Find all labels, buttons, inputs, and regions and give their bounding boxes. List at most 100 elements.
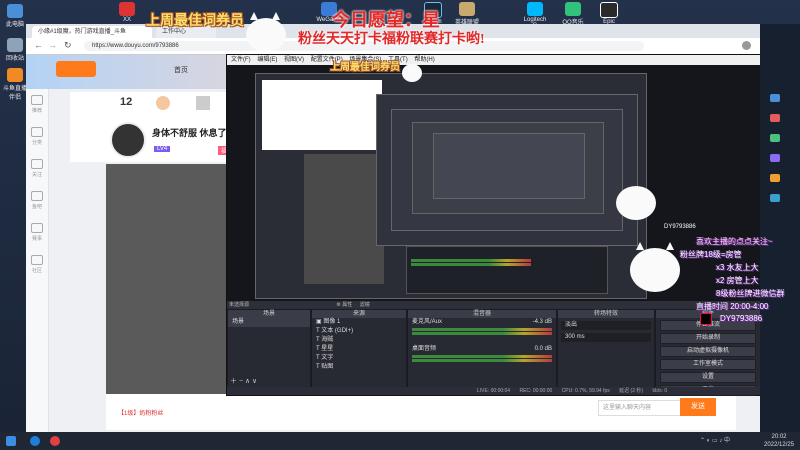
scene-item[interactable]: 场景: [228, 318, 310, 327]
sidebar-item-recommend[interactable]: 推荐: [30, 95, 44, 114]
desktop-icon-recycle-bin[interactable]: 回收站: [2, 38, 28, 62]
nested-room-id: DY9793886: [664, 224, 696, 230]
sidebar-tool-icon[interactable]: [770, 174, 780, 182]
taskbar-clock[interactable]: 20:02 2022/12/25: [764, 433, 794, 449]
sidebar-item-events[interactable]: 赛事: [30, 223, 44, 242]
sidebar-tool-icon[interactable]: [770, 154, 780, 162]
source-item-text-gdi[interactable]: T 文本 (GDI+): [312, 327, 406, 336]
obs-menu-bar: 文件(F) 编辑(E) 视图(V) 配置文件(P) 场景集合(S) 工具(T) …: [227, 55, 761, 65]
fan-checkin-slogan: 粉丝天天打卡福粉联赛打卡哟!: [298, 32, 485, 47]
windows-taskbar: ⌃ ◐ ▭ ♪ 中 20:02 2022/12/25: [0, 432, 800, 450]
audio-mixer-dock: 混音器 麦克风/Aux -4.3 dB 桌面音频 0.0 dB: [407, 309, 557, 389]
properties-button[interactable]: 属性: [342, 302, 352, 308]
gear-icon[interactable]: ⚙: [336, 302, 340, 308]
source-item-sticker[interactable]: T 贴图: [312, 363, 406, 372]
settings-button[interactable]: 设置: [660, 372, 756, 383]
fan-badge-rule: 粉丝牌18级=房管: [680, 250, 742, 259]
epic-icon: [600, 2, 618, 18]
cat-mascot-icon: [246, 12, 286, 52]
scene-add-remove-buttons[interactable]: ＋ − ∧ ∨: [230, 376, 257, 386]
send-button[interactable]: 发送: [680, 398, 716, 416]
obs-status-bar: LIVE: 00:00:04 REC: 00:00:00 CPU: 0.7%, …: [227, 387, 761, 395]
sidebar-tool-icon[interactable]: [770, 194, 780, 202]
scenes-dock: 场景 场景 ＋ − ∧ ∨: [227, 309, 311, 389]
source-item-pirate[interactable]: T 海贼: [312, 336, 406, 345]
clock-date: 2022/12/25: [764, 442, 795, 448]
no-source-label: 未选择源: [229, 302, 250, 308]
sidebar-tool-icon[interactable]: [770, 94, 780, 102]
cat-mascot-icon: [402, 64, 422, 82]
browser-right-sidebar: [760, 24, 800, 432]
scenes-dock-title: 场景: [228, 310, 310, 318]
windows-start-icon[interactable]: [6, 436, 16, 446]
mixer-channel-desktop: 桌面音频 0.0 dB: [412, 346, 552, 352]
nav-home-link[interactable]: 首页: [174, 65, 188, 75]
nested-meter: [411, 259, 531, 262]
douyu-logo-icon[interactable]: [56, 61, 96, 77]
sidebar-item-community[interactable]: 社区: [30, 255, 44, 274]
menu-help[interactable]: 帮助(H): [414, 57, 434, 63]
desktop-icon-this-pc[interactable]: 此电脑: [2, 4, 28, 28]
source-item-text[interactable]: T 文字: [312, 354, 406, 363]
sources-dock: 来源 ▣ 图像 1 T 文本 (GDI+) T 海贼 T 星星 T 文字 T 贴…: [311, 309, 407, 389]
mixer-dock-title: 混音器: [408, 310, 556, 318]
start-recording-button[interactable]: 开始录制: [660, 333, 756, 344]
weekly-best-title-echo: 上周最佳词券员: [330, 62, 400, 73]
desktop-icon-lol[interactable]: 英雄联盟: [454, 2, 480, 26]
sidebar-tool-icon[interactable]: [770, 134, 780, 142]
profile-avatar-icon[interactable]: [742, 41, 751, 50]
stream-delay: 延迟 (2 秒): [619, 388, 644, 394]
bitrate: kb/s: 0: [652, 388, 668, 394]
obs-taskbar-icon[interactable]: [50, 436, 60, 446]
source-item-star[interactable]: T 星星: [312, 345, 406, 354]
anchor-avatar[interactable]: [110, 122, 146, 158]
menu-file[interactable]: 文件(F): [231, 57, 251, 63]
stream-schedule: 直播时间 20:00-4:00: [696, 302, 769, 311]
follow-prompt: 喜欢主播的点点关注~: [696, 237, 773, 246]
tray-icons[interactable]: ⌃ ◐ ▭ ♪ 中: [700, 435, 760, 447]
gift-banner-text: 【1级】奶粉粉丝: [118, 411, 164, 417]
start-virtual-camera-button[interactable]: 启动虚拟摄像机: [660, 346, 756, 357]
live-timer: LIVE: 00:00:04: [477, 388, 511, 394]
back-arrow-icon[interactable]: ←: [34, 40, 43, 50]
transitions-dock-title: 转场特效: [558, 310, 654, 318]
cat-ear-icon: [250, 12, 258, 20]
desktop-icon-douyu[interactable]: 斗鱼直播伴侣: [2, 68, 28, 101]
edge-browser-icon[interactable]: [30, 436, 40, 446]
nested-obs-lower: [406, 246, 608, 294]
browser-tab-douyu[interactable]: 小缘#1级魔，热门游戏直播_斗鱼: [32, 26, 152, 38]
desktop-icon-xx[interactable]: XX: [114, 2, 140, 23]
transition-select[interactable]: 淡出: [561, 321, 651, 330]
filters-button[interactable]: 滤镜: [360, 302, 370, 308]
nested-preview-3: [391, 109, 623, 231]
sidebar-item-category[interactable]: 分类: [30, 127, 44, 146]
chat-input[interactable]: 这里输入聊天内容: [598, 400, 684, 416]
menu-edit[interactable]: 编辑(E): [257, 57, 277, 63]
anchor-level: 12: [120, 96, 133, 108]
stream-info-overlay: 喜欢主播的点点关注~ 粉丝牌18级=房管 x3 水友上大 x2 房管上大 8级粉…: [680, 236, 800, 326]
follow-icon: [31, 159, 43, 169]
source-item-image[interactable]: ▣ 图像 1: [312, 318, 406, 327]
nested-preview-5: [433, 133, 585, 199]
forward-arrow-icon[interactable]: →: [48, 40, 57, 50]
trophy-icon: [31, 223, 43, 233]
nested-preview-2: [376, 94, 638, 246]
rank-icon: [196, 96, 210, 110]
sidebar-item-follow[interactable]: 关注: [30, 159, 44, 178]
cat-ear-icon: [666, 242, 674, 250]
desktop-volume-meter: [412, 359, 552, 362]
studio-mode-button[interactable]: 工作室模式: [660, 359, 756, 370]
menu-view[interactable]: 视图(V): [284, 57, 304, 63]
desktop-icon-epic[interactable]: Epic: [596, 2, 622, 25]
transition-duration-input[interactable]: 300 ms: [561, 333, 651, 342]
transitions-dock: 转场特效 淡出 300 ms: [557, 309, 655, 389]
desktop-icon-qqmusic[interactable]: QQ音乐: [560, 2, 586, 26]
douyu-app-icon: [7, 68, 23, 82]
fishbar-icon: [31, 191, 43, 201]
sidebar-tool-icon[interactable]: [770, 114, 780, 122]
mixer-channel-mic: 麦克风/Aux -4.3 dB: [412, 319, 552, 325]
reload-icon[interactable]: ↻: [64, 40, 72, 51]
nested-player: [304, 154, 384, 284]
cpu-fps: CPU: 0.7%, 59.94 fps: [561, 388, 610, 394]
sidebar-item-fishbar[interactable]: 鱼吧: [30, 191, 44, 210]
